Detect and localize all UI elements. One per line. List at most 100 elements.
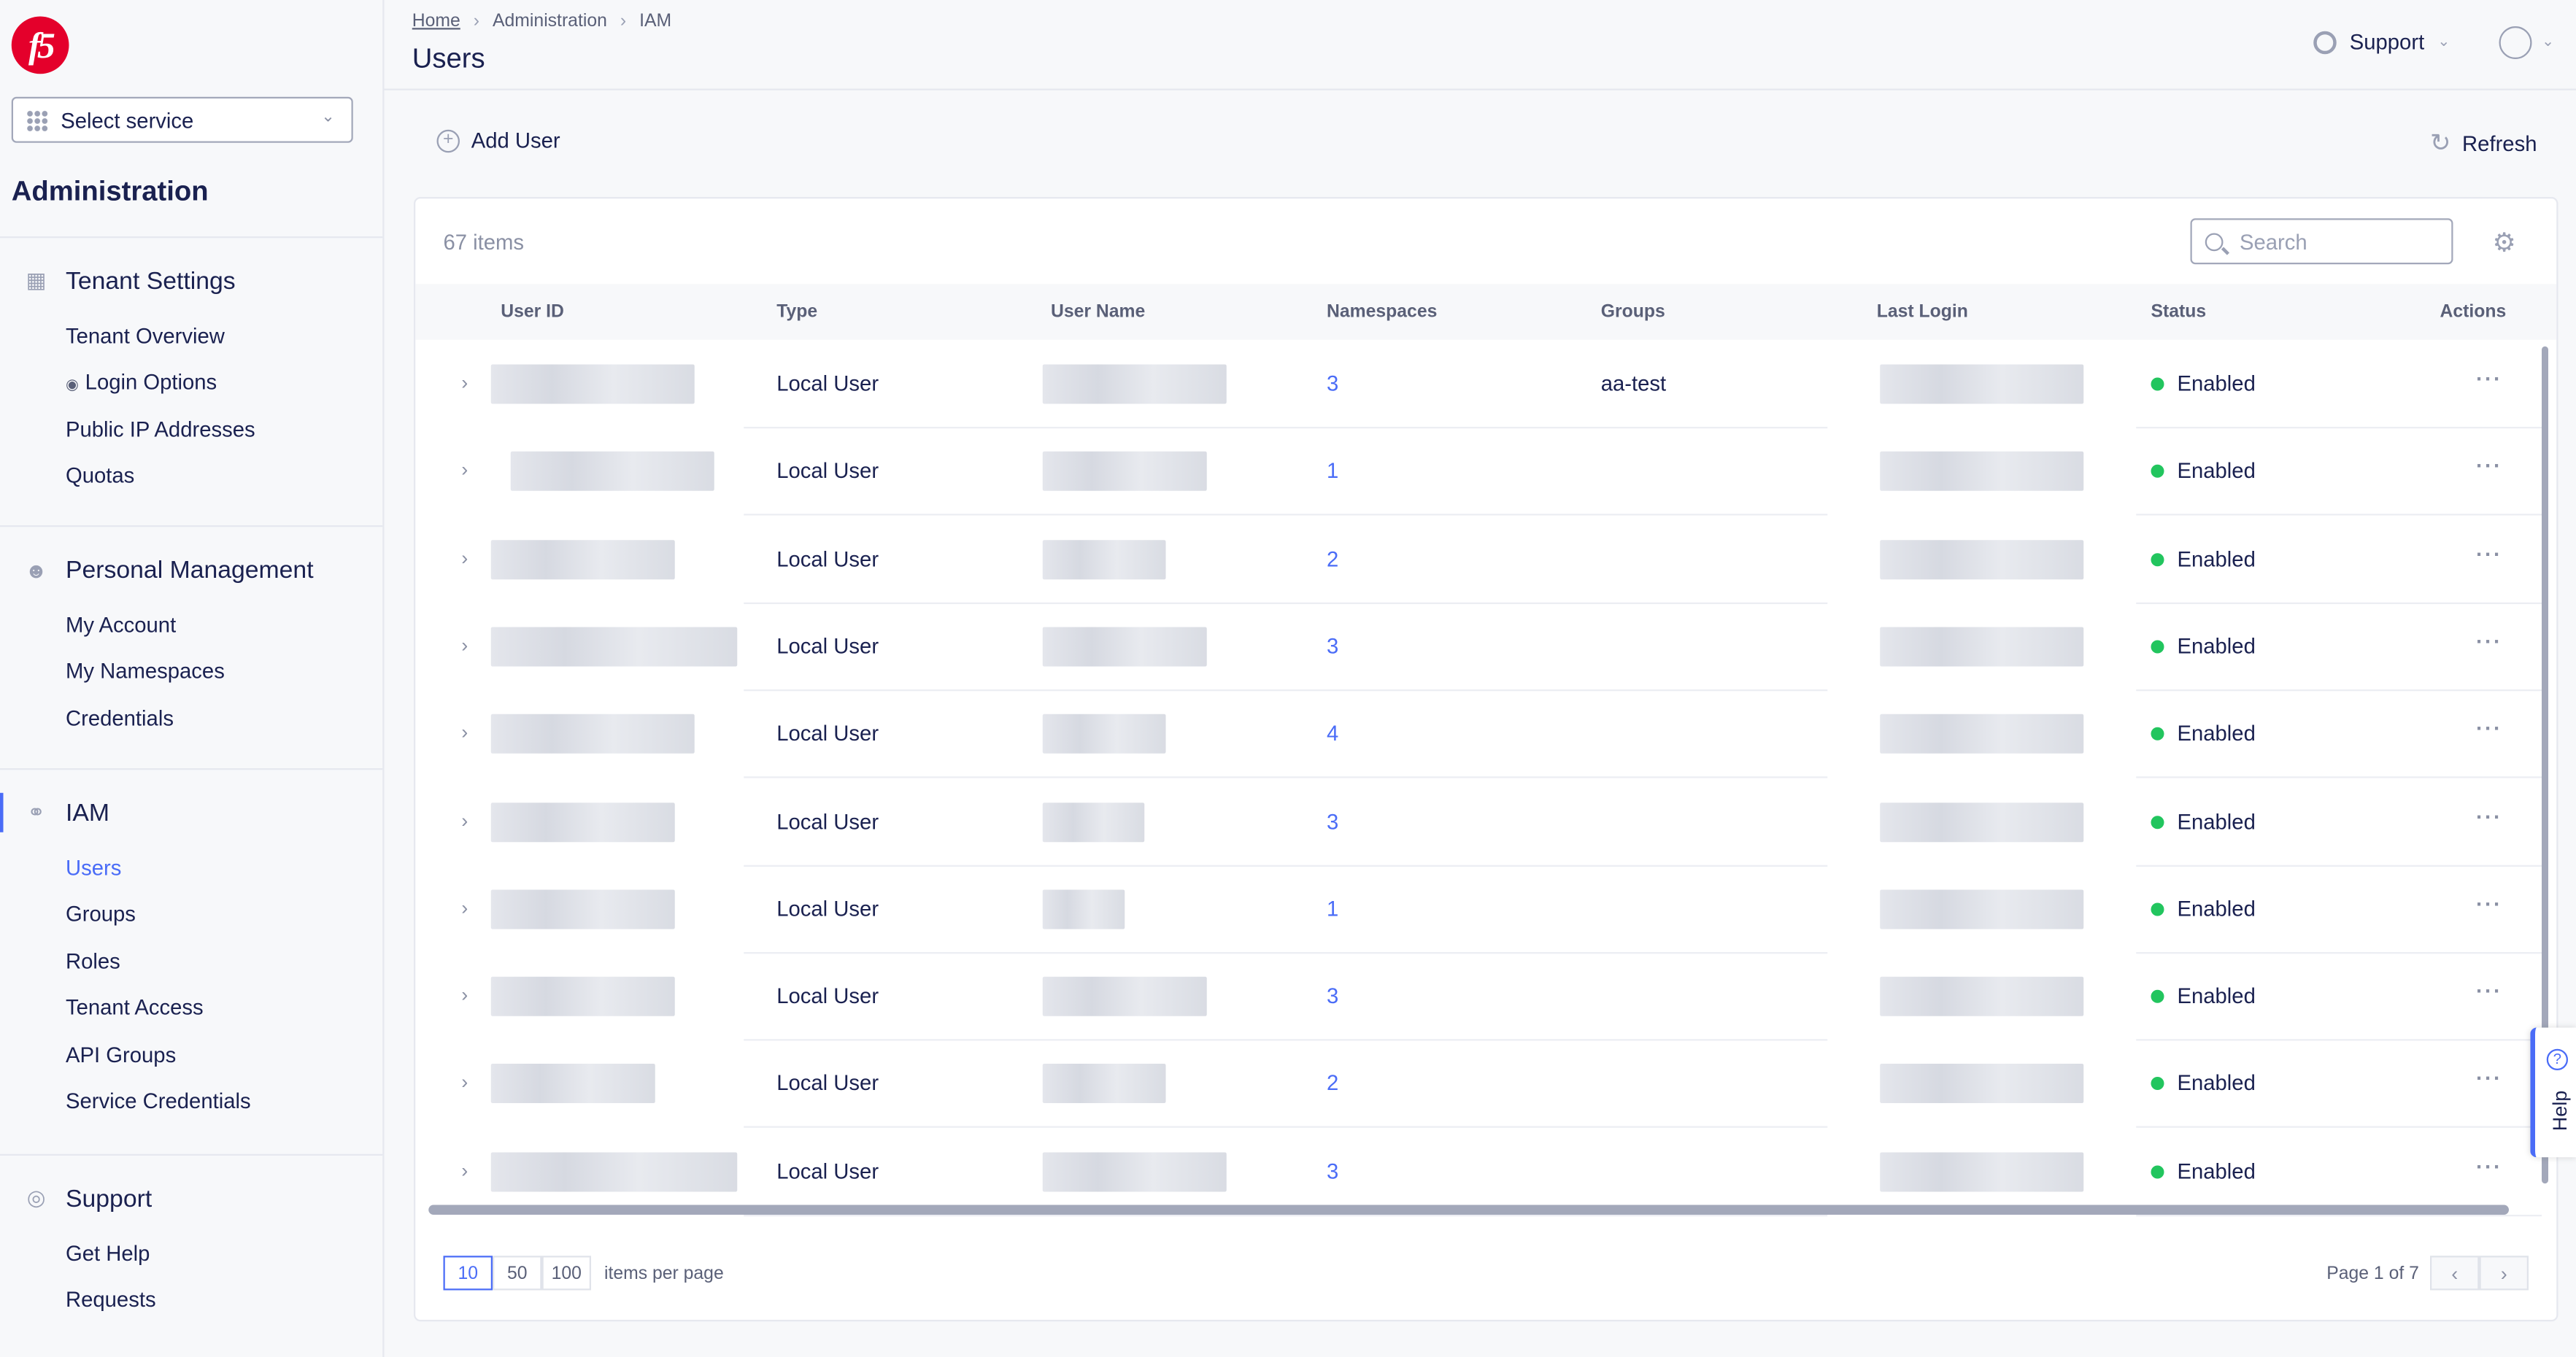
- breadcrumb-administration[interactable]: Administration: [493, 12, 607, 31]
- sidebar-item[interactable]: Tenant Overview: [0, 314, 382, 360]
- sidebar-item[interactable]: Credentials: [0, 696, 382, 743]
- select-service-label: Select service: [61, 107, 194, 133]
- chevron-right-icon[interactable]: ›: [461, 808, 468, 832]
- sidebar-item[interactable]: Public IP Addresses: [0, 407, 382, 454]
- more-actions-icon[interactable]: ···: [2476, 541, 2502, 566]
- sidebar-item[interactable]: My Account: [0, 603, 382, 649]
- f5-logo[interactable]: f5: [11, 16, 69, 74]
- more-actions-icon[interactable]: ···: [2476, 1066, 2502, 1091]
- column-header[interactable]: Last Login: [1877, 302, 1968, 322]
- more-actions-icon[interactable]: ···: [2476, 803, 2502, 828]
- user-name-redacted: [1042, 976, 1207, 1016]
- sidebar-section-header[interactable]: ◎ Support: [0, 1179, 382, 1218]
- page-size-50[interactable]: 50: [493, 1256, 542, 1291]
- status-dot: [2151, 1164, 2164, 1178]
- more-actions-icon[interactable]: ···: [2476, 366, 2502, 391]
- table-row[interactable]: › Local User 1 Enabled ···: [415, 865, 2542, 952]
- table-row[interactable]: › Local User 3 Enabled ···: [415, 777, 2542, 865]
- lifebuoy-icon: ◎: [26, 1185, 46, 1210]
- table-row[interactable]: › Local User 3 Enabled ···: [415, 1127, 2542, 1215]
- items-per-page-label: items per page: [604, 1263, 724, 1283]
- last-login-redacted: [1880, 627, 2084, 667]
- chevron-down-icon[interactable]: ⌄: [2542, 33, 2554, 51]
- more-actions-icon[interactable]: ···: [2476, 716, 2502, 741]
- more-actions-icon[interactable]: ···: [2476, 978, 2502, 1003]
- sidebar-item[interactable]: Roles: [0, 939, 382, 986]
- page-title: Users: [412, 42, 485, 74]
- sidebar-item-label: Roles: [66, 948, 120, 973]
- chevron-right-icon[interactable]: ›: [461, 896, 468, 919]
- table-row[interactable]: › Local User 4 Enabled ···: [415, 689, 2542, 777]
- plus-circle-icon: +: [436, 128, 460, 152]
- help-tab[interactable]: ? Help: [2530, 1027, 2576, 1158]
- namespaces-link[interactable]: 4: [1327, 721, 1338, 746]
- sidebar-item[interactable]: My Namespaces: [0, 649, 382, 696]
- page-size-10[interactable]: 10: [443, 1256, 493, 1291]
- add-user-button[interactable]: + Add User: [436, 128, 560, 153]
- user-id-redacted: [490, 539, 675, 579]
- namespaces-link[interactable]: 3: [1327, 808, 1338, 833]
- namespaces-link[interactable]: 2: [1327, 1071, 1338, 1096]
- breadcrumb-home[interactable]: Home: [412, 12, 460, 31]
- users-table-card: 67 items Search ⚙ User ID Type User Name Na…: [414, 197, 2558, 1322]
- table-row[interactable]: › Local User 3 Enabled ···: [415, 952, 2542, 1040]
- namespaces-link[interactable]: 1: [1327, 896, 1338, 921]
- chevron-right-icon[interactable]: ›: [461, 371, 468, 395]
- more-actions-icon[interactable]: ···: [2476, 891, 2502, 916]
- sidebar-item[interactable]: Groups: [0, 892, 382, 939]
- table-row[interactable]: › Local User 3 aa-test Enabled ···: [415, 340, 2542, 428]
- column-header[interactable]: Status: [2151, 302, 2207, 322]
- horizontal-scrollbar[interactable]: [428, 1205, 2509, 1215]
- sidebar-item[interactable]: Quotas: [0, 453, 382, 500]
- table-row[interactable]: › Local User 3 Enabled ···: [415, 603, 2542, 690]
- sidebar-item-label: Tenant Access: [66, 994, 204, 1020]
- chevron-right-icon[interactable]: ›: [461, 458, 468, 482]
- namespaces-link[interactable]: 3: [1327, 371, 1338, 396]
- namespaces-link[interactable]: 2: [1327, 546, 1338, 571]
- refresh-button[interactable]: ↻ Refresh: [2430, 128, 2537, 158]
- more-actions-icon[interactable]: ···: [2476, 1153, 2502, 1178]
- page-size-100[interactable]: 100: [541, 1256, 591, 1291]
- namespaces-link[interactable]: 3: [1327, 983, 1338, 1008]
- table-row[interactable]: › Local User 2 Enabled ···: [415, 1040, 2542, 1127]
- sidebar-item[interactable]: Tenant Access: [0, 985, 382, 1032]
- chevron-right-icon[interactable]: ›: [461, 633, 468, 657]
- chevron-right-icon[interactable]: ›: [461, 1071, 468, 1094]
- more-actions-icon[interactable]: ···: [2476, 629, 2502, 654]
- gear-icon[interactable]: ⚙: [2493, 227, 2516, 260]
- chevron-right-icon[interactable]: ›: [461, 983, 468, 1007]
- chevron-right-icon[interactable]: ›: [461, 1159, 468, 1182]
- next-page-button[interactable]: ›: [2479, 1256, 2529, 1291]
- sidebar-section-header[interactable]: ☻ Personal Management: [0, 550, 382, 589]
- namespaces-link[interactable]: 3: [1327, 633, 1338, 658]
- sidebar-item[interactable]: Requests: [0, 1277, 382, 1324]
- chevron-right-icon[interactable]: ›: [461, 721, 468, 744]
- column-header[interactable]: User ID: [501, 302, 564, 322]
- support-menu[interactable]: Support ⌄: [2313, 30, 2450, 54]
- sidebar-item[interactable]: Service Credentials: [0, 1078, 382, 1125]
- sidebar-item[interactable]: Get Help: [0, 1232, 382, 1278]
- column-header[interactable]: Type: [776, 302, 817, 322]
- search-input[interactable]: Search: [2190, 218, 2453, 265]
- sidebar-section-header[interactable]: ▦ Tenant Settings: [0, 261, 382, 301]
- prev-page-button[interactable]: ‹: [2430, 1256, 2480, 1291]
- sidebar-item[interactable]: ◉ Login Options: [0, 360, 382, 407]
- namespaces-link[interactable]: 1: [1327, 458, 1338, 483]
- more-actions-icon[interactable]: ···: [2476, 454, 2502, 479]
- column-header[interactable]: Namespaces: [1327, 302, 1437, 322]
- sidebar-section-header[interactable]: ⚭ IAM: [0, 792, 382, 832]
- sidebar-item[interactable]: API Groups: [0, 1032, 382, 1078]
- namespaces-link[interactable]: 3: [1327, 1159, 1338, 1183]
- column-header[interactable]: User Name: [1051, 302, 1145, 322]
- status-badge: Enabled: [2151, 808, 2256, 833]
- user-id-redacted: [490, 714, 695, 754]
- user-avatar-icon[interactable]: [2499, 26, 2532, 59]
- table-row[interactable]: › Local User 1 Enabled ···: [415, 428, 2542, 515]
- item-count: 67 items: [443, 230, 525, 255]
- chevron-right-icon[interactable]: ›: [461, 546, 468, 569]
- select-service-dropdown[interactable]: Select service ⌄: [11, 96, 353, 143]
- column-header[interactable]: Groups: [1601, 302, 1665, 322]
- add-user-label: Add User: [471, 128, 560, 153]
- sidebar-item[interactable]: Users: [0, 846, 382, 892]
- table-row[interactable]: › Local User 2 Enabled ···: [415, 515, 2542, 603]
